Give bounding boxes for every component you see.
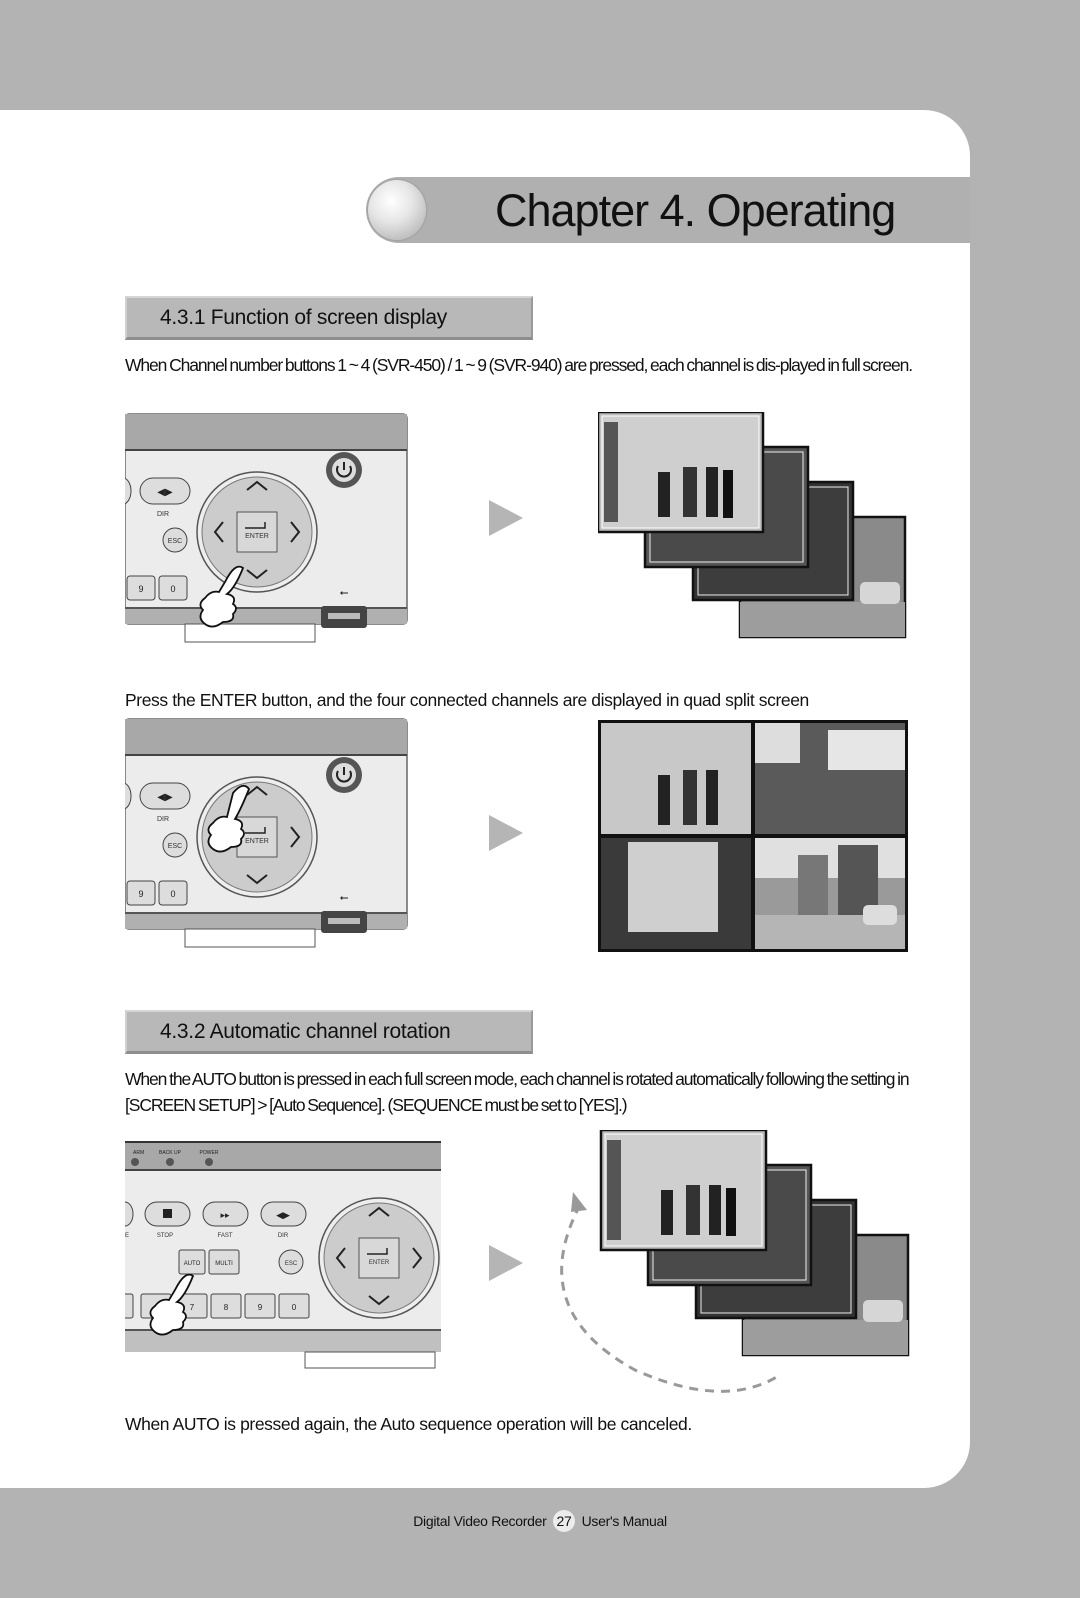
svg-text:▸▸: ▸▸ (220, 1210, 230, 1220)
svg-text:◀▶: ◀▶ (276, 1210, 290, 1220)
next-arrow-icon (489, 500, 523, 536)
svg-text:9: 9 (138, 584, 143, 594)
svg-text:ESC: ESC (285, 1261, 298, 1267)
svg-text:E: E (125, 1233, 129, 1239)
footer-product: Digital Video Recorder (413, 1513, 547, 1529)
section-heading-text: 4.3.1 Function of screen display (160, 306, 447, 329)
svg-text:ARM: ARM (133, 1150, 144, 1156)
svg-text:◀▶: ◀▶ (157, 792, 173, 803)
page-number: 27 (553, 1510, 576, 1532)
page-footer: Digital Video Recorder 27 User's Manual (0, 1510, 1080, 1532)
svg-text:FAST: FAST (217, 1233, 232, 1239)
dir-label: DIR (157, 511, 169, 518)
next-arrow-icon (489, 1245, 523, 1281)
svg-text:ESC: ESC (168, 843, 182, 850)
svg-text:9: 9 (258, 1303, 263, 1312)
footer-manual: User's Manual (581, 1513, 667, 1529)
section-4-3-2-paragraph-2: When AUTO is pressed again, the Auto seq… (125, 1414, 692, 1434)
svg-text:STOP: STOP (157, 1233, 173, 1239)
svg-text:0: 0 (170, 889, 175, 899)
quad-split-screen (598, 720, 908, 952)
svg-text:9: 9 (138, 889, 143, 899)
chapter-title: Chapter 4. Operating (495, 185, 896, 236)
section-4-3-1-paragraph-2: Press the ENTER button, and the four con… (125, 690, 809, 710)
usb-icon: ⭠ (340, 892, 349, 904)
stacked-channel-screens (598, 412, 907, 639)
svg-text:0: 0 (170, 584, 175, 594)
dvr-front-panel-auto: ARM BACK UP POWER ▸▸ ◀▶ E STOP FAST DIR … (125, 1141, 441, 1369)
next-arrow-icon (489, 815, 523, 851)
svg-text:DIR: DIR (278, 1233, 289, 1239)
section-heading-4-3-1: 4.3.1 Function of screen display (125, 296, 533, 340)
section-4-3-1-paragraph: When Channel number buttons 1 ~ 4 (SVR-4… (125, 355, 913, 375)
usb-icon: ⭠ (340, 587, 349, 599)
svg-text:DIR: DIR (157, 816, 169, 823)
svg-text:POWER: POWER (200, 1150, 219, 1156)
svg-text:ENTER: ENTER (245, 533, 269, 540)
svg-text:AUTO: AUTO (184, 1261, 201, 1267)
enter-button (236, 511, 278, 553)
svg-text:◀▶: ◀▶ (157, 487, 173, 498)
svg-text:MULTI: MULTI (215, 1261, 233, 1267)
svg-text:BACK UP: BACK UP (159, 1150, 182, 1156)
rotating-channel-screens (560, 1130, 910, 1393)
svg-text:ENTER: ENTER (369, 1260, 390, 1266)
svg-text:ENTER: ENTER (245, 838, 269, 845)
svg-text:ESC: ESC (168, 538, 182, 545)
svg-text:7: 7 (190, 1303, 195, 1312)
svg-text:0: 0 (292, 1303, 297, 1312)
section-heading-text: 4.3.2 Automatic channel rotation (160, 1020, 451, 1043)
enter-button (358, 1237, 400, 1279)
section-4-3-2-paragraph: When the AUTO button is pressed in each … (125, 1069, 910, 1115)
dvr-front-panel-enter-down: ◀▶ DIR ESC 9 0 ENTER ⭠ (125, 413, 408, 643)
section-heading-4-3-2: 4.3.2 Automatic channel rotation (125, 1010, 533, 1054)
quad-channel-1 (601, 723, 751, 834)
chapter-bullet-icon (368, 180, 426, 240)
dvr-front-panel-enter-up: ◀▶ DIR ESC 9 0 ENTER ⭠ (125, 718, 408, 948)
rotation-arrowhead-icon (571, 1192, 587, 1212)
svg-text:8: 8 (224, 1303, 229, 1312)
